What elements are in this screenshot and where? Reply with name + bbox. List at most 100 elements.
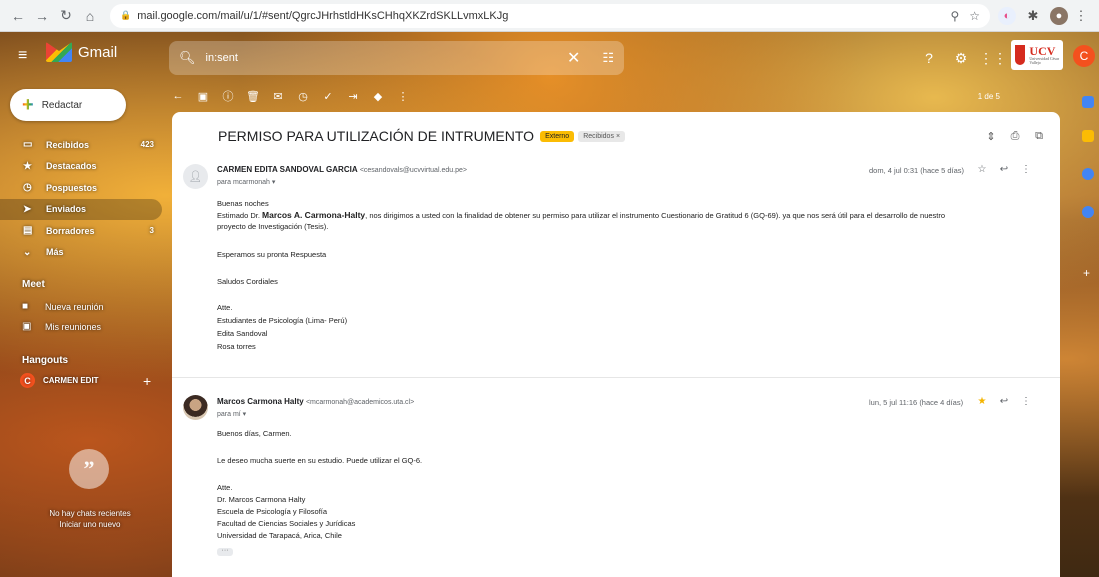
more-icon[interactable]: ⋮	[1020, 396, 1032, 407]
move-to-icon[interactable]: ⇥	[345, 88, 361, 104]
tasks-icon[interactable]	[1082, 168, 1094, 180]
delete-icon[interactable]: 🗑︎	[245, 88, 261, 104]
extension-icon[interactable]: ◐	[998, 6, 1016, 25]
sidebar-item-label: Más	[46, 247, 64, 258]
signature-line: Rosa torres	[217, 342, 256, 351]
remove-label-icon[interactable]: ×	[616, 133, 620, 140]
profile-avatar[interactable]: ●	[1050, 6, 1068, 25]
reload-icon[interactable]: ↻	[56, 6, 76, 26]
archive-icon[interactable]: ▣	[195, 88, 211, 104]
back-icon[interactable]: ←	[8, 6, 28, 26]
chevron-down-icon: ⌄	[23, 246, 32, 258]
signature-line: Facultad de Ciencias Sociales y Jurídica…	[217, 519, 356, 528]
sidebar-item-destacados[interactable]: ★ Destacados	[0, 156, 162, 178]
star-filled-icon[interactable]: ★	[976, 396, 988, 407]
message-divider	[172, 377, 1060, 378]
back-arrow-icon[interactable]: ←	[170, 88, 186, 104]
clear-search-icon[interactable]: ✕	[567, 48, 580, 68]
address-bar[interactable]: 🔒 mail.google.com/mail/u/1/#sent/QgrcJHr…	[110, 3, 990, 28]
sidebar-item-label: Enviados	[46, 204, 87, 215]
sidebar-item-recibidos[interactable]: ▭ Recibidos 423	[0, 134, 162, 156]
intro-post: , nos dirigimos a usted con la finalidad…	[365, 211, 946, 220]
organization-logo[interactable]: UCV Universidad César Vallejo	[1011, 40, 1063, 70]
no-chats-text: No hay chats recientes	[49, 509, 131, 518]
keyboard-icon: ▣	[22, 321, 32, 332]
browser-toolbar: ← → ↻ ⌂ 🔒 mail.google.com/mail/u/1/#sent…	[0, 0, 1099, 32]
help-icon[interactable]: ?	[918, 47, 940, 69]
search-icon[interactable]: 🔍︎	[179, 50, 196, 66]
calendar-icon[interactable]	[1082, 96, 1094, 108]
clock-icon: ◷	[23, 182, 32, 194]
forward-icon[interactable]: →	[32, 6, 52, 26]
main-menu-icon[interactable]: ≡	[18, 48, 34, 64]
no-chats-message: No hay chats recientes Iniciar uno nuevo	[40, 508, 140, 530]
add-task-icon[interactable]: ✓	[320, 88, 336, 104]
zoom-icon[interactable]: ⚲	[950, 9, 959, 23]
draft-count: 3	[149, 226, 154, 236]
search-input[interactable]: in:sent	[206, 52, 238, 64]
signature-line: Universidad de Tarapacá, Arica, Chile	[217, 531, 342, 540]
snooze-icon[interactable]: ◷	[295, 88, 311, 104]
start-chat-link[interactable]: Iniciar uno nuevo	[40, 519, 140, 530]
sidebar-item-pospuestos[interactable]: ◷ Pospuestos	[0, 177, 162, 199]
open-new-window-icon[interactable]: ⧉	[1032, 130, 1046, 143]
message-panel: PERMISO PARA UTILIZACIÓN DE INTRUMENTO E…	[172, 112, 1060, 577]
intro-pre: Estimado Dr.	[217, 211, 263, 220]
print-icon[interactable]: ⎙	[1008, 130, 1022, 143]
sidebar-item-label: Borradores	[46, 225, 95, 236]
message-line-luck: Le deseo mucha suerte en su estudio. Pue…	[217, 456, 423, 465]
report-spam-icon[interactable]: ⓘ	[220, 88, 236, 104]
gear-icon[interactable]: ⚙	[950, 47, 972, 69]
recipient-text: para mí	[217, 411, 241, 418]
keep-icon[interactable]	[1082, 130, 1094, 142]
mark-unread-icon[interactable]: ✉	[270, 88, 286, 104]
show-trimmed-content-button[interactable]: ···	[217, 547, 233, 556]
apps-grid-icon[interactable]: ⋮⋮	[979, 47, 1007, 69]
sidebar-item-borradores[interactable]: ▤ Borradores 3	[0, 220, 162, 242]
sender-name: CARMEN EDITA SANDOVAL GARCIA	[217, 165, 358, 174]
hangouts-user[interactable]: C CARMEN EDIT	[20, 373, 99, 388]
meet-new-meeting[interactable]: ■ Nueva reunión	[22, 301, 104, 312]
recipient-line[interactable]: para mcarmonah ▾	[217, 178, 275, 186]
sidebar-item-enviados[interactable]: ➤ Enviados	[0, 198, 162, 220]
get-addons-icon[interactable]: +	[1083, 266, 1090, 280]
browser-menu-icon[interactable]: ⋮	[1075, 7, 1088, 25]
compose-button[interactable]: + Redactar	[10, 89, 126, 121]
app-name: Gmail	[78, 43, 118, 61]
more-icon[interactable]: ⋮	[1020, 164, 1032, 175]
home-icon[interactable]: ⌂	[80, 6, 100, 26]
star-icon: ★	[23, 160, 32, 172]
reply-icon[interactable]: ↩	[998, 396, 1010, 407]
pagination-count: 1 de 5	[977, 91, 1000, 101]
unread-count: 423	[140, 140, 154, 150]
message-line-regards: Saludos Cordiales	[217, 277, 278, 286]
more-actions-icon[interactable]: ⋮	[395, 88, 411, 104]
account-avatar[interactable]: C	[1073, 45, 1095, 67]
message-actions: ★ ↩ ⋮	[966, 396, 1032, 407]
send-icon: ➤	[23, 203, 32, 215]
search-bar[interactable]: 🔍︎ in:sent ✕ ☷	[169, 41, 624, 75]
message-actions: ☆ ↩ ⋮	[966, 164, 1032, 175]
sidebar-item-label: Pospuestos	[46, 182, 98, 193]
message-date: dom, 4 jul 0:31 (hace 5 días)	[869, 166, 965, 175]
bookmark-star-icon[interactable]: ☆	[969, 9, 980, 23]
sender-email: <mcarmonah@academicos.uta.cl>	[305, 399, 415, 406]
hangouts-user-name: CARMEN EDIT	[43, 376, 99, 385]
expand-all-icon[interactable]: ⇕	[984, 130, 998, 143]
sender[interactable]: CARMEN EDITA SANDOVAL GARCIA <cesandoval…	[217, 165, 467, 174]
gmail-logo[interactable]: Gmail	[46, 42, 117, 62]
star-icon[interactable]: ☆	[976, 164, 988, 175]
reply-icon[interactable]: ↩	[998, 164, 1010, 175]
sidebar-item-mas[interactable]: ⌄ Más	[0, 242, 162, 264]
label-icon[interactable]: ◆	[370, 88, 386, 104]
contacts-icon[interactable]	[1082, 206, 1094, 218]
search-options-icon[interactable]: ☷	[602, 50, 614, 66]
meet-my-meetings[interactable]: ▣ Mis reuniones	[22, 321, 101, 332]
add-chat-icon[interactable]: +	[143, 373, 151, 389]
puzzle-icon[interactable]: ✱	[1024, 7, 1042, 25]
sender[interactable]: Marcos Carmona Halty <mcarmonah@academic…	[217, 397, 414, 406]
label-chip[interactable]: Recibidos ×	[578, 130, 626, 142]
recipient-line[interactable]: para mí ▾	[217, 410, 246, 418]
chat-quote-icon: ”	[69, 449, 109, 489]
thread-actions: ⇕ ⎙ ⧉	[974, 130, 1046, 143]
